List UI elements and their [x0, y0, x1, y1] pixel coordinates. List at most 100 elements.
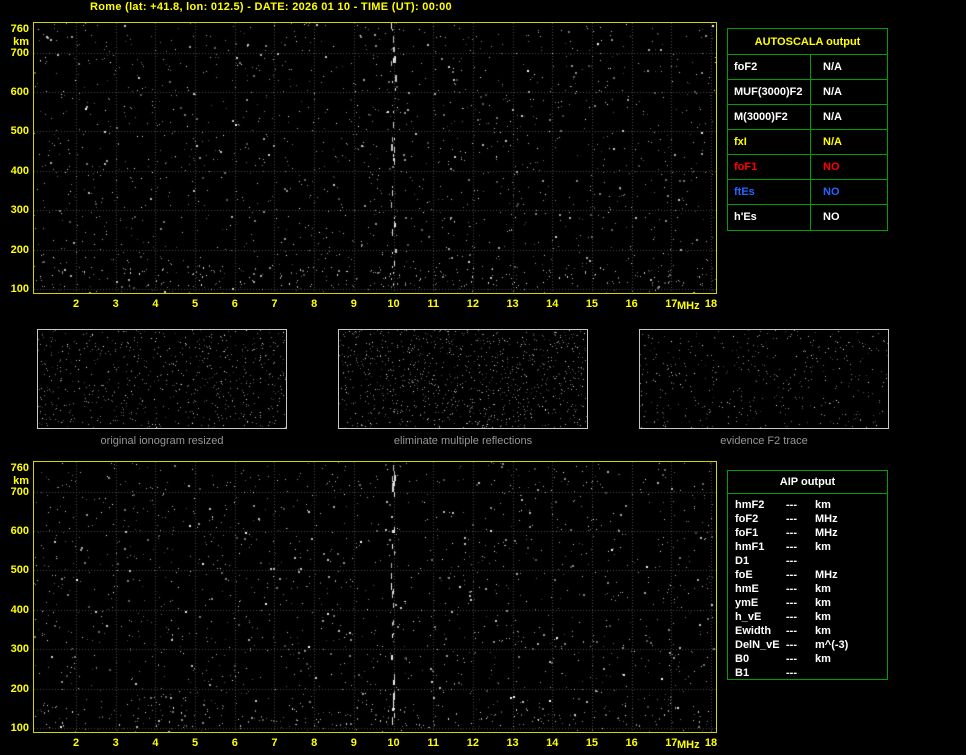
panel-eliminate-reflections: [338, 329, 588, 429]
autoscala-param-value: NO: [823, 186, 840, 198]
aip-param-value: ---: [786, 597, 797, 609]
aip-row-6: hmE --- km: [728, 582, 887, 596]
y-tick-label: 760: [10, 462, 29, 474]
ionogram-bottom-canvas: [34, 462, 716, 732]
aip-param-label: Ewidth: [735, 625, 772, 637]
aip-param-unit: km: [815, 625, 831, 637]
x-tick-label: 7: [271, 737, 278, 749]
x-tick-label: 12: [466, 737, 479, 749]
aip-param-value: ---: [786, 611, 797, 623]
x-tick-label: 6: [231, 737, 238, 749]
aip-param-value: ---: [786, 625, 797, 637]
y-tick-label: 760: [10, 23, 29, 35]
x-tick-label: 8: [311, 737, 318, 749]
x-tick-label: 5: [192, 298, 199, 310]
panel-original-ionogram: [37, 329, 287, 429]
autoscala-table-title: AUTOSCALA output: [728, 29, 887, 55]
aip-param-label: B1: [735, 667, 750, 679]
x-axis-unit: MHz: [677, 300, 700, 312]
autoscala-param-label: MUF(3000)F2: [728, 80, 811, 104]
autoscala-row-2: M(3000)F2 N/A: [728, 105, 887, 130]
aip-param-label: h_vE: [735, 611, 762, 623]
aip-row-0: hmF2 --- km: [728, 498, 887, 512]
x-tick-label: 3: [112, 737, 119, 749]
aip-row-5: foE --- MHz: [728, 568, 887, 582]
aip-param-label: foF1: [735, 527, 759, 539]
y-tick-label: 600: [10, 86, 29, 99]
aip-param-value: ---: [786, 499, 797, 511]
aip-param-value: ---: [786, 527, 797, 539]
x-tick-label: 13: [506, 298, 519, 310]
x-tick-label: 6: [231, 298, 238, 310]
page-title: Rome (lat: +41.8, lon: 012.5) - DATE: 20…: [90, 1, 452, 13]
aip-row-11: B0 --- km: [728, 652, 887, 666]
y-tick-label: 100: [10, 722, 29, 734]
x-tick-label: 12: [466, 298, 479, 310]
aip-param-unit: km: [815, 611, 831, 623]
autoscala-param-label: h'Es: [728, 205, 811, 230]
x-tick-label: 14: [546, 298, 559, 310]
autoscala-window: Rome (lat: +41.8, lon: 012.5) - DATE: 20…: [0, 0, 966, 755]
aip-table-title: AIP output: [728, 471, 887, 494]
aip-param-label: hmF1: [735, 541, 765, 553]
aip-param-label: D1: [735, 555, 750, 567]
y-tick-label: 700: [10, 46, 29, 59]
y-tick-label: 700: [10, 485, 29, 498]
aip-output-table: AIP output hmF2 --- km foF2 --- MHz foF1 --- MHz…: [727, 470, 888, 680]
autoscala-row-3: fxI N/A: [728, 130, 887, 155]
autoscala-param-value: NO: [823, 161, 840, 173]
x-tick-label: 14: [546, 737, 559, 749]
autoscala-row-4: foF1 NO: [728, 155, 887, 180]
autoscala-param-label: M(3000)F2: [728, 105, 811, 129]
autoscala-output-table: AUTOSCALA output foF2 N/A MUF(3000)F2 N/A M(…: [727, 28, 888, 231]
x-tick-label: 15: [585, 298, 599, 310]
aip-row-4: D1 ---: [728, 554, 887, 568]
x-tick-label: 10: [387, 298, 400, 310]
x-tick-label: 2: [72, 737, 80, 749]
x-axis-unit: MHz: [677, 739, 700, 751]
autoscala-param-value: N/A: [823, 86, 842, 98]
autoscala-row-0: foF2 N/A: [728, 55, 887, 80]
aip-param-label: hmE: [735, 583, 759, 595]
x-tick-label: 16: [625, 298, 638, 310]
y-tick-label: 400: [10, 603, 29, 616]
autoscala-param-label: foF1: [728, 155, 811, 179]
aip-param-unit: m^(-3): [815, 639, 849, 651]
panel-original-ionogram-canvas: [38, 330, 286, 428]
x-tick-label: 7: [271, 298, 278, 310]
autoscala-param-value: NO: [823, 211, 840, 223]
aip-param-unit: MHz: [815, 513, 838, 525]
panel-caption-eliminate: eliminate multiple reflections: [393, 435, 533, 447]
aip-row-2: foF1 --- MHz: [728, 526, 887, 540]
aip-row-7: ymE --- km: [728, 596, 887, 610]
y-tick-label: 200: [10, 682, 29, 695]
y-tick-label: 500: [10, 564, 29, 577]
x-tick-label: 4: [152, 298, 159, 310]
panel-caption-original: original ionogram resized: [100, 435, 224, 447]
x-tick-label: 8: [311, 298, 318, 310]
aip-param-value: ---: [786, 555, 797, 567]
x-tick-label: 11: [427, 298, 439, 310]
aip-table-rows: hmF2 --- km foF2 --- MHz foF1 --- MHz hmF1 --- km D1…: [728, 494, 887, 680]
aip-param-unit: km: [815, 583, 831, 595]
aip-param-value: ---: [786, 653, 797, 665]
aip-param-value: ---: [786, 667, 797, 679]
panel-eliminate-reflections-canvas: [339, 330, 587, 428]
x-tick-label: 5: [192, 737, 199, 749]
aip-row-1: foF2 --- MHz: [728, 512, 887, 526]
autoscala-row-1: MUF(3000)F2 N/A: [728, 80, 887, 105]
autoscala-param-label: foF2: [728, 55, 811, 79]
x-tick-label: 2: [72, 298, 80, 310]
x-tick-label: 4: [152, 737, 159, 749]
y-tick-label: 100: [10, 283, 29, 295]
aip-param-unit: MHz: [815, 527, 838, 539]
aip-param-label: DelN_vE: [735, 639, 780, 651]
panel-caption-evidence: evidence F2 trace: [720, 435, 808, 447]
aip-row-8: h_vE --- km: [728, 610, 887, 624]
x-tick-label: 11: [427, 737, 439, 749]
x-tick-label: 3: [112, 298, 119, 310]
y-tick-label: 300: [10, 204, 29, 217]
x-tick-label: 15: [585, 737, 599, 749]
aip-param-label: hmF2: [735, 499, 765, 511]
ionogram-plot-bottom: [33, 461, 717, 733]
